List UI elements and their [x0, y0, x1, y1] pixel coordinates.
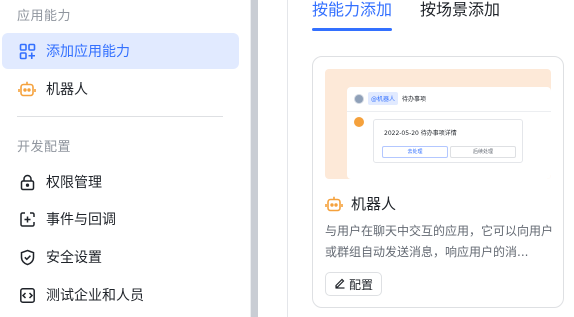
robot-icon [325, 195, 343, 213]
add-grid-icon [18, 42, 36, 60]
bot-capability-card[interactable]: @机器人 待办事项 2022-05-20 待办事项详情 去处理 后续处理 机器人… [312, 56, 564, 308]
sidebar-item-add-capability[interactable]: 添加应用能力 [2, 33, 239, 69]
configure-label: 配置 [349, 277, 374, 292]
shield-check-icon [18, 248, 36, 266]
preview-mention: @机器人 [368, 92, 399, 105]
app-root: 应用能力 添加应用能力 机器人 开发配置 权限管理 事件与回调 安全设置 测试企… [0, 0, 574, 317]
robot-icon [18, 80, 36, 98]
card-title: 机器人 [325, 193, 396, 214]
preview-primary-button: 去处理 [382, 146, 448, 158]
tab-by-capability[interactable]: 按能力添加 [312, 0, 392, 28]
bot-preview-image: @机器人 待办事项 2022-05-20 待办事项详情 去处理 后续处理 [325, 69, 551, 179]
edit-icon [334, 277, 346, 292]
avatar [354, 93, 364, 104]
preview-divider [347, 111, 551, 112]
code-icon [18, 286, 36, 304]
plus-square-icon [18, 210, 36, 228]
tab-by-scenario[interactable]: 按场景添加 [420, 0, 500, 28]
sidebar-item-bot[interactable]: 机器人 [2, 71, 239, 107]
sidebar-item-label: 机器人 [46, 82, 88, 98]
section-title-app-capability: 应用能力 [17, 9, 72, 24]
preview-topic: 待办事项 [402, 96, 427, 103]
scrollbar-thumb[interactable] [251, 0, 258, 317]
sidebar-item-security[interactable]: 安全设置 [2, 239, 239, 275]
sidebar: 应用能力 添加应用能力 机器人 开发配置 权限管理 事件与回调 安全设置 测试企… [0, 0, 250, 317]
sidebar-item-label: 添加应用能力 [46, 44, 130, 60]
preview-chat-window: @机器人 待办事项 2022-05-20 待办事项详情 去处理 后续处理 [347, 87, 551, 179]
bot-avatar [354, 117, 364, 127]
card-title-text: 机器人 [351, 195, 397, 213]
section-title-dev-config: 开发配置 [17, 140, 72, 155]
main-panel: 按能力添加 按场景添加 @机器人 待办事项 2022-05-20 待办事项详情 … [288, 0, 574, 317]
sidebar-item-label: 事件与回调 [46, 212, 116, 228]
sidebar-item-permissions[interactable]: 权限管理 [2, 164, 239, 200]
sidebar-item-label: 权限管理 [46, 175, 102, 191]
lock-icon [18, 173, 36, 191]
preview-task-text: 2022-05-20 待办事项详情 [384, 130, 457, 137]
sidebar-item-label: 测试企业和人员 [46, 288, 144, 304]
sidebar-item-events[interactable]: 事件与回调 [2, 201, 239, 237]
preview-task-card: 2022-05-20 待办事项详情 去处理 后续处理 [373, 119, 523, 163]
active-tab-indicator [312, 28, 392, 31]
preview-message-header: @机器人 待办事项 [354, 92, 426, 105]
sidebar-divider [17, 116, 223, 117]
card-description: 与用户在聊天中交互的应用，它可以向用户或群组自动发送消息，响应用户的消... [325, 224, 554, 259]
sidebar-item-label: 安全设置 [46, 250, 102, 266]
sidebar-item-test-enterprise[interactable]: 测试企业和人员 [2, 277, 239, 313]
configure-button[interactable]: 配置 [325, 272, 383, 296]
preview-secondary-button: 后续处理 [450, 146, 516, 158]
